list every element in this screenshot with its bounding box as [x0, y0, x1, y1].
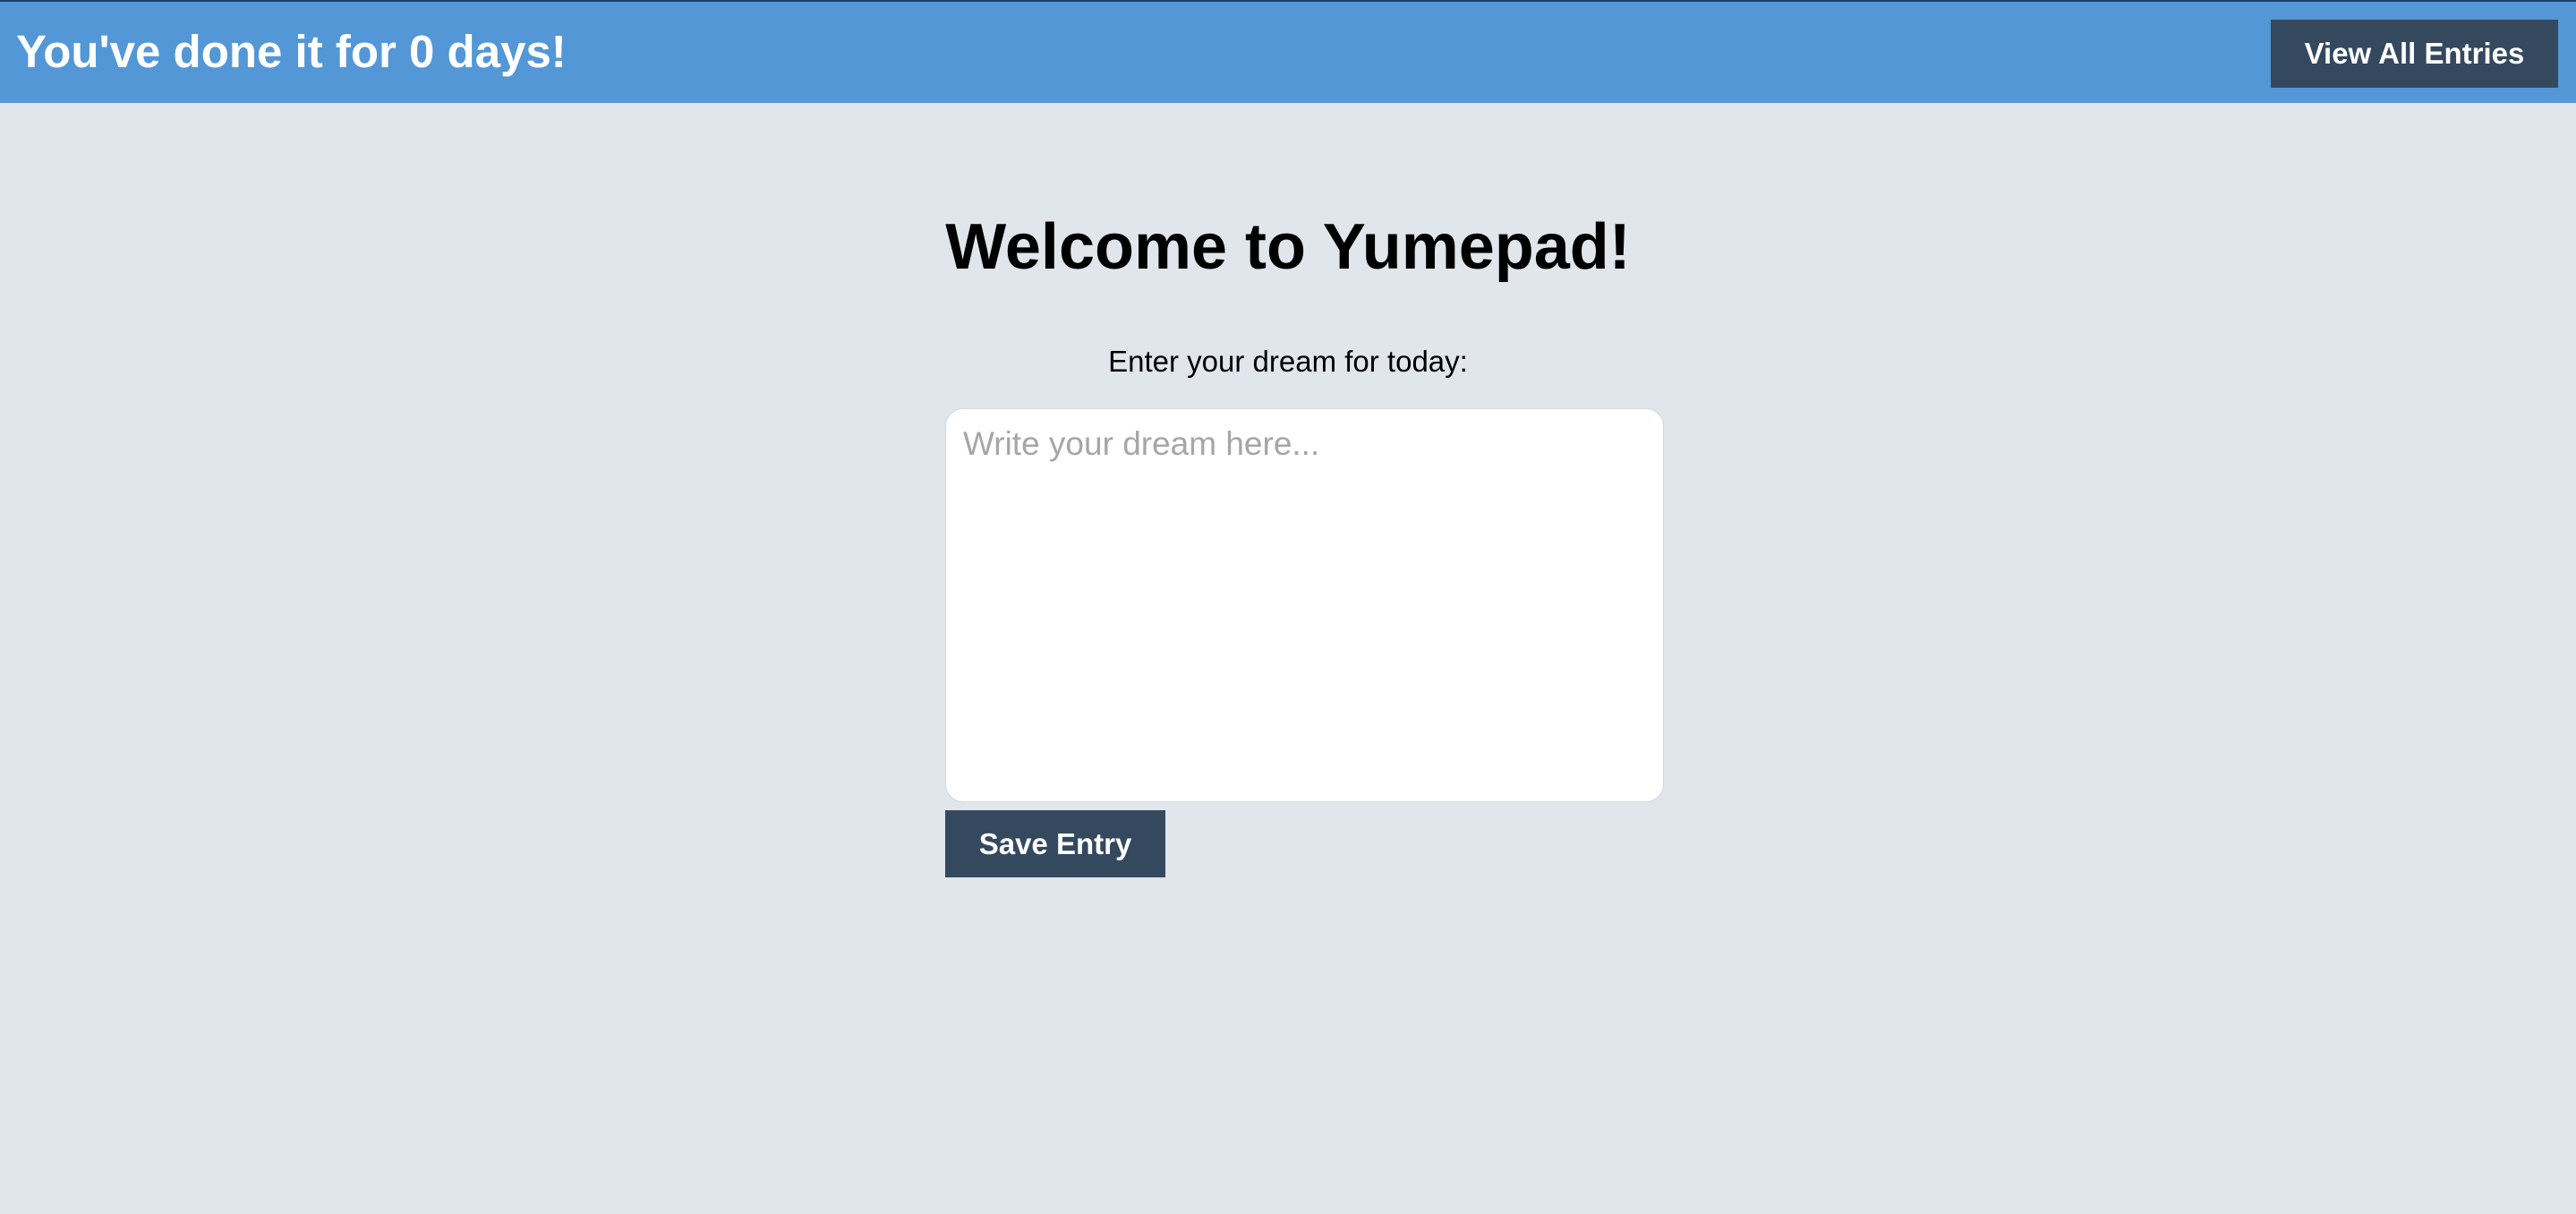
dream-prompt-label: Enter your dream for today: — [1108, 345, 1468, 378]
save-entry-button[interactable]: Save Entry — [945, 810, 1165, 877]
page-title: Welcome to Yumepad! — [945, 211, 1631, 283]
dream-input[interactable] — [945, 408, 1664, 802]
top-bar: You've done it for 0 days! View All Entr… — [0, 0, 2576, 103]
view-all-entries-button[interactable]: View All Entries — [2271, 20, 2558, 88]
streak-counter: You've done it for 0 days! — [16, 26, 567, 77]
